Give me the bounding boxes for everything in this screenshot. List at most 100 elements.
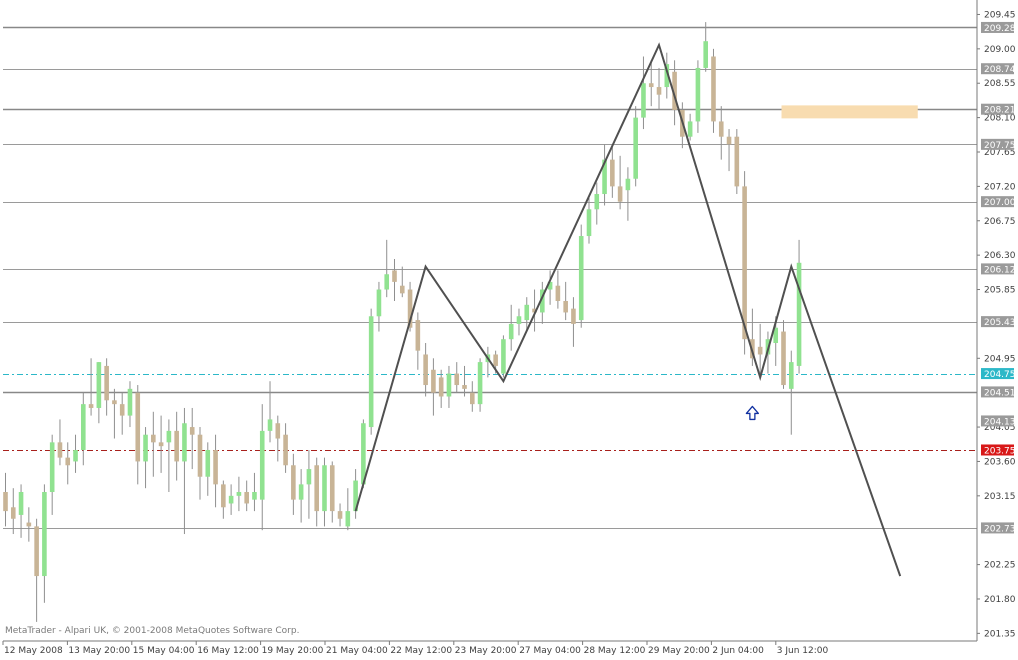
x-tick-label: 3 Jun 12:00 bbox=[777, 646, 829, 656]
chart-window[interactable]: 209.45 209.00 208.55 208.10 207.65 207.20 206.… bbox=[0, 0, 1018, 656]
x-tick-label: 22 May 12:00 bbox=[390, 646, 452, 656]
candle-body bbox=[781, 331, 786, 386]
candle-body bbox=[221, 484, 226, 508]
price-tag-label: 204.13 bbox=[984, 417, 1016, 427]
candle bbox=[734, 129, 740, 195]
candle bbox=[431, 358, 436, 416]
candle-body bbox=[703, 41, 708, 68]
candle-body bbox=[345, 511, 351, 527]
candle-body bbox=[34, 526, 39, 577]
candle-body bbox=[633, 117, 638, 179]
candle bbox=[42, 484, 47, 603]
candle bbox=[656, 67, 662, 110]
candle bbox=[127, 381, 133, 428]
candle bbox=[135, 385, 141, 485]
candle-body bbox=[306, 469, 312, 485]
candle-body bbox=[112, 400, 117, 405]
candle-body bbox=[166, 430, 172, 443]
candle-body bbox=[244, 492, 249, 504]
candle-body bbox=[151, 434, 156, 443]
candle bbox=[477, 358, 483, 412]
candle-body bbox=[376, 289, 382, 317]
price-tag-label: 204.75 bbox=[984, 370, 1016, 380]
candle-body bbox=[648, 83, 654, 88]
candle bbox=[322, 457, 327, 527]
candle bbox=[306, 449, 312, 519]
y-tick-label: 205.85 bbox=[984, 286, 1016, 296]
price-chart[interactable]: 209.45209.00208.55208.10207.65207.20206.… bbox=[0, 0, 1018, 656]
candle-body bbox=[438, 377, 444, 397]
candle bbox=[594, 182, 600, 225]
price-tag: 202.73 bbox=[981, 522, 1016, 534]
y-tick-label: 206.75 bbox=[984, 217, 1016, 227]
candle bbox=[298, 469, 304, 523]
candle-body bbox=[718, 121, 724, 137]
candle-body bbox=[252, 492, 257, 500]
y-tick-label: 209.00 bbox=[984, 45, 1016, 55]
candle bbox=[166, 419, 172, 493]
candle bbox=[376, 281, 382, 332]
price-tag-label: 208.21 bbox=[984, 106, 1016, 116]
time-axis: 12 May 2008 13 May 20:00 15 May 04:00 16 Ma… bbox=[2, 640, 977, 656]
candle-body bbox=[524, 304, 530, 321]
up-arrow-icon bbox=[745, 405, 760, 421]
candle-body bbox=[49, 442, 55, 493]
candle-body bbox=[470, 392, 475, 405]
x-tick-label: 28 May 12:00 bbox=[584, 646, 646, 656]
candle-body bbox=[65, 457, 71, 466]
candle bbox=[470, 381, 475, 412]
candle bbox=[563, 281, 568, 321]
candle-body bbox=[431, 369, 436, 393]
candle bbox=[205, 442, 211, 496]
candle-body bbox=[96, 362, 102, 408]
x-tick-label: 27 May 04:00 bbox=[519, 646, 581, 656]
horizontal-levels bbox=[3, 26, 977, 529]
candle-body bbox=[796, 262, 802, 366]
price-tag: 204.13 bbox=[981, 415, 1016, 427]
candle bbox=[726, 129, 732, 172]
x-tick-label: 29 May 20:00 bbox=[648, 646, 710, 656]
price-tag-label: 207.75 bbox=[984, 141, 1016, 151]
candle-body bbox=[516, 316, 522, 324]
candle-body bbox=[687, 121, 693, 137]
y-tick-label: 204.95 bbox=[984, 354, 1016, 364]
candle bbox=[49, 434, 55, 515]
candle-body bbox=[213, 449, 218, 485]
x-tick-label: 16 May 12:00 bbox=[197, 646, 259, 656]
candle-body bbox=[337, 511, 343, 519]
candle bbox=[423, 343, 428, 397]
candle bbox=[143, 427, 148, 489]
price-tag: 205.43 bbox=[981, 316, 1016, 328]
candle bbox=[151, 411, 156, 477]
candle bbox=[119, 392, 125, 435]
candle-body bbox=[415, 320, 421, 351]
candle-body bbox=[197, 434, 203, 477]
candle bbox=[26, 507, 32, 542]
candle-body bbox=[228, 495, 234, 504]
candle bbox=[96, 362, 102, 424]
copyright-text: MetaTrader - Alpari UK, © 2001-2008 Meta… bbox=[5, 626, 299, 636]
candle bbox=[501, 335, 506, 378]
price-tag: 204.51 bbox=[981, 386, 1016, 398]
price-tag-label: 203.75 bbox=[984, 446, 1016, 456]
candle-body bbox=[508, 323, 514, 340]
candle bbox=[703, 22, 708, 72]
price-tag-label: 202.73 bbox=[984, 524, 1016, 534]
candle-body bbox=[236, 492, 242, 496]
candle-body bbox=[462, 385, 467, 389]
candle-body bbox=[174, 430, 179, 462]
candle-body bbox=[493, 354, 498, 366]
candle bbox=[578, 224, 584, 328]
candle-body bbox=[10, 507, 16, 519]
candle-body bbox=[135, 392, 141, 462]
candle bbox=[399, 266, 405, 298]
candle-body bbox=[501, 339, 506, 374]
candle-body bbox=[617, 186, 623, 202]
candle-body bbox=[734, 136, 740, 187]
candle bbox=[197, 427, 203, 500]
price-tag-label: 206.12 bbox=[984, 265, 1016, 275]
candle bbox=[221, 480, 226, 519]
candle-body bbox=[182, 423, 187, 462]
x-tick-label: 2 Jun 04:00 bbox=[712, 646, 764, 656]
y-tick-label: 206.30 bbox=[984, 251, 1016, 261]
